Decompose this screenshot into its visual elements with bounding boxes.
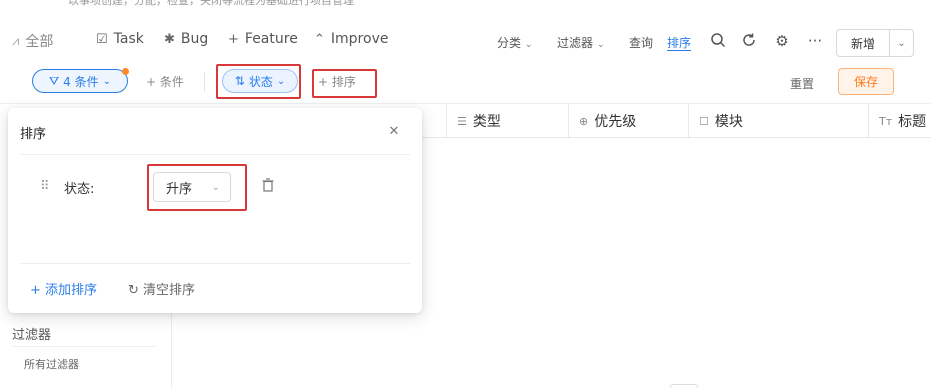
- save-button[interactable]: 保存: [838, 68, 894, 95]
- chevron-down-icon: ⌄: [102, 75, 111, 87]
- scroll-handle[interactable]: [670, 384, 698, 388]
- clear-sort-button[interactable]: ↻ 清空排序: [128, 279, 195, 298]
- new-button[interactable]: 新增 ⌄: [836, 29, 914, 57]
- tab-label: 全部: [25, 34, 54, 50]
- tab-label: Task: [113, 31, 144, 47]
- sort-order-select[interactable]: 升序 ⌄: [153, 172, 231, 202]
- search-icon[interactable]: [709, 32, 727, 50]
- divider: [204, 72, 205, 92]
- column-label: 模块: [714, 114, 743, 130]
- group-dropdown[interactable]: 分类 ⌄: [497, 34, 533, 51]
- checkbox-icon: ☐: [699, 114, 709, 128]
- group-label: 分类: [497, 36, 522, 50]
- chevron-down-icon: ⌄: [211, 181, 220, 193]
- sort-rule-field: 状态:: [64, 182, 95, 197]
- tab-bug[interactable]: ✱ Bug: [164, 31, 208, 47]
- tab-improve[interactable]: ⌃ Improve: [314, 31, 388, 47]
- reset-button[interactable]: 重置: [790, 75, 814, 92]
- chevron-down-icon[interactable]: ⌄: [889, 30, 913, 56]
- conditions-pill[interactable]: ⛛ 4 条件 ⌄: [32, 69, 128, 93]
- tab-feature[interactable]: + Feature: [228, 31, 298, 47]
- list-icon: ☰: [457, 114, 467, 128]
- column-label: 标题: [898, 114, 927, 130]
- changed-dot: [122, 68, 129, 75]
- add-sort-button[interactable]: + 排序: [318, 73, 356, 90]
- tab-label: Feature: [244, 31, 298, 47]
- sidebar-filters-title: 过滤器: [12, 328, 52, 343]
- sort-arrows-icon: ⇅: [234, 74, 245, 88]
- tab-task[interactable]: ☑ Task: [96, 31, 144, 47]
- drag-handle-icon[interactable]: ⠿: [40, 179, 49, 194]
- chevron-down-icon: ⌄: [597, 40, 605, 50]
- status-sort-pill[interactable]: ⇅ 状态 ⌄: [222, 69, 298, 93]
- add-condition-button[interactable]: + 条件: [146, 73, 184, 90]
- refresh-icon: ↻: [128, 283, 139, 298]
- tab-all[interactable]: ⩘ 全部: [12, 31, 53, 51]
- tab-label: Improve: [330, 31, 389, 47]
- clear-sort-label: 清空排序: [143, 283, 196, 298]
- gear-icon[interactable]: ⚙: [773, 32, 791, 50]
- sort-order-value: 升序: [166, 181, 193, 197]
- chevron-up-icon: ⌃: [314, 31, 325, 47]
- plus-icon: +: [228, 31, 239, 47]
- popover-title: 排序: [20, 127, 47, 142]
- tab-bar: ⩘ 全部 ☑ Task ✱ Bug + Feature ⌃ Improve 分类…: [0, 24, 931, 58]
- column-label: 优先级: [594, 114, 637, 130]
- text-type-icon: Tт: [879, 114, 893, 128]
- chevron-down-icon: ⌄: [276, 75, 286, 87]
- all-icon: ⩘: [12, 33, 20, 49]
- new-label: 新增: [850, 36, 875, 51]
- trash-icon[interactable]: [262, 178, 278, 196]
- arrow-circle-icon: ⊕: [579, 114, 589, 128]
- filter-icon: ⛛: [49, 73, 60, 88]
- sort-link[interactable]: 排序: [667, 34, 691, 51]
- task-icon: ☑: [96, 31, 108, 47]
- column-label: 类型: [472, 114, 501, 130]
- divider: [20, 154, 410, 155]
- sidebar-item-all-filters[interactable]: 所有过滤器: [24, 356, 79, 372]
- bug-icon: ✱: [164, 31, 175, 47]
- query-link[interactable]: 查询: [629, 34, 653, 51]
- column-module[interactable]: ☐ 模块: [688, 104, 868, 138]
- chevron-down-icon: ⌄: [525, 40, 533, 50]
- add-sort-rule-button[interactable]: + 添加排序: [30, 279, 97, 298]
- divider: [12, 346, 156, 347]
- close-icon[interactable]: ✕: [386, 124, 402, 140]
- more-icon[interactable]: ···: [806, 32, 824, 50]
- tab-label: Bug: [180, 31, 209, 47]
- page-subtitle: 以事项创建，分配，检查，关闭等流程为基础进行项目管理: [68, 0, 354, 7]
- filter-label: 过滤器: [557, 36, 594, 50]
- divider: [20, 263, 410, 264]
- column-title[interactable]: Tт 标题: [868, 104, 931, 138]
- sort-popover: 排序 ✕ ⠿ 状态: 升序 ⌄ + 添加排序 ↻ 清空排序: [8, 108, 422, 313]
- column-priority[interactable]: ⊕ 优先级: [568, 104, 688, 138]
- filter-bar: ⛛ 4 条件 ⌄ + 条件 ⇅ 状态 ⌄ + 排序 重置 保存: [0, 58, 931, 104]
- conditions-label: 4 条件: [63, 74, 99, 89]
- filter-dropdown[interactable]: 过滤器 ⌄: [557, 34, 605, 51]
- refresh-icon[interactable]: [740, 32, 758, 50]
- status-sort-label: 状态: [248, 74, 273, 89]
